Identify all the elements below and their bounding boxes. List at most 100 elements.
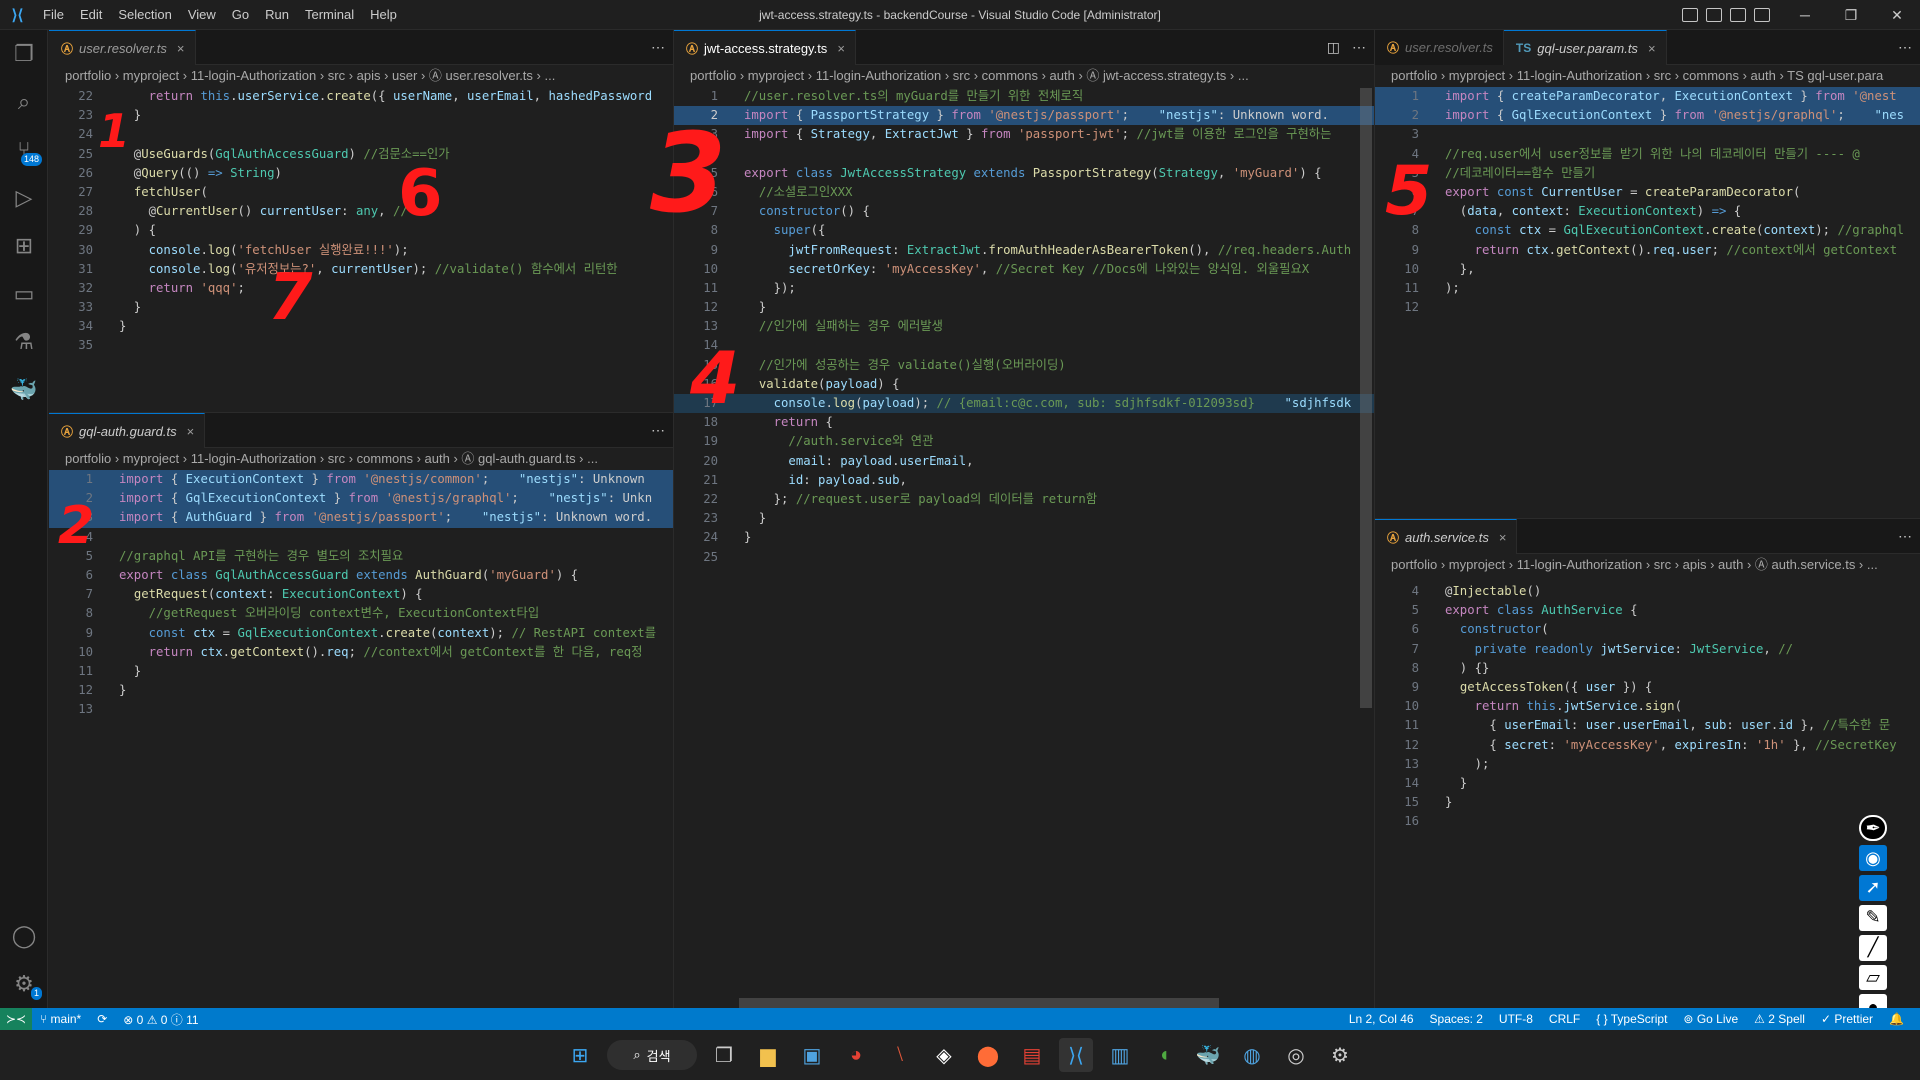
code-line[interactable]: 1 import { createParamDecorator, Executio…	[1375, 87, 1920, 107]
close-icon[interactable]: ×	[1499, 530, 1507, 545]
pen-nib-icon[interactable]: ✒	[1859, 815, 1887, 842]
tab-jwt-access-strategy[interactable]: Ⓐ jwt-access.strategy.ts ×	[674, 30, 856, 65]
breadcrumb[interactable]: portfolio › myproject › 11-login-Authori…	[49, 448, 673, 470]
code-line[interactable]: 33 }	[49, 298, 673, 317]
code-line[interactable]: 18 return {	[674, 413, 1374, 432]
code-line[interactable]: 5//graphql API를 구현하는 경우 별도의 조치필요	[49, 547, 673, 566]
close-icon[interactable]: ×	[177, 41, 185, 56]
encoding-status[interactable]: UTF-8	[1491, 1012, 1541, 1026]
code-line[interactable]: 29 ) {	[49, 221, 673, 240]
breadcrumb[interactable]: portfolio › myproject › 11-login-Authori…	[1375, 554, 1920, 576]
code-line[interactable]: 16 validate(payload) {	[674, 375, 1374, 394]
code-line[interactable]: 12 { secret: 'myAccessKey', expiresIn: '…	[1375, 736, 1920, 755]
code-editor[interactable]: 1 //user.resolver.ts의 myGuard를 만들기 위한 전체로…	[674, 87, 1374, 1008]
menu-selection[interactable]: Selection	[110, 0, 179, 30]
settings-icon[interactable]: ⚙	[1323, 1038, 1357, 1072]
more-actions-icon[interactable]: ⋯	[651, 422, 665, 439]
more-actions-icon[interactable]: ⋯	[1898, 528, 1912, 545]
code-line[interactable]: 5 export class JwtAccessStrategy extends …	[674, 164, 1374, 183]
remote-indicator-icon[interactable]: ≻≺	[0, 1008, 32, 1030]
code-line[interactable]: 5 export class AuthService {	[1375, 601, 1920, 620]
code-line[interactable]: 25	[674, 548, 1374, 567]
menu-run[interactable]: Run	[257, 0, 297, 30]
menu-help[interactable]: Help	[362, 0, 405, 30]
code-line[interactable]: 3	[1375, 125, 1920, 144]
problems-status[interactable]: ⊗ 0 ⚠ 0 ⓘ 11	[115, 1011, 206, 1028]
explorer-icon[interactable]: ❐	[0, 30, 48, 78]
settings-gear-icon[interactable]: ⚙ 1	[0, 960, 48, 1008]
search-icon[interactable]: ⌕	[0, 78, 48, 126]
code-line[interactable]: 34}	[49, 317, 673, 336]
eol-status[interactable]: CRLF	[1541, 1012, 1588, 1026]
go-live-button[interactable]: ⊚ Go Live	[1675, 1012, 1746, 1026]
pen-icon[interactable]: ╱	[1859, 934, 1887, 961]
eye-icon[interactable]: ◉	[1859, 845, 1887, 872]
code-line[interactable]: 5//데코레이터==함수 만들기	[1375, 164, 1920, 183]
code-line[interactable]: 12	[1375, 298, 1920, 317]
code-line[interactable]: 28 @CurrentUser() currentUser: any, //	[49, 202, 673, 221]
store-icon[interactable]: ▣	[795, 1038, 829, 1072]
code-line[interactable]: 4	[49, 528, 673, 547]
tab-gql-user-param[interactable]: TS gql-user.param.ts ×	[1503, 30, 1667, 65]
close-icon[interactable]: ×	[1648, 41, 1656, 56]
globe-icon[interactable]: ◍	[1235, 1038, 1269, 1072]
code-line[interactable]: 11 });	[674, 279, 1374, 298]
code-line[interactable]: 2 import { PassportStrategy } from '@nest…	[674, 106, 1374, 126]
toggle-sidebar-icon[interactable]	[1682, 8, 1698, 22]
customize-layout-icon[interactable]	[1754, 8, 1770, 22]
code-line[interactable]: 35	[49, 336, 673, 355]
code-line[interactable]: 8 const ctx = GqlExecutionContext.create…	[1375, 221, 1920, 240]
toggle-secondary-sidebar-icon[interactable]	[1730, 8, 1746, 22]
code-line[interactable]: 15 //인가에 성공하는 경우 validate()실행(오버라이딩)	[674, 356, 1374, 375]
menu-go[interactable]: Go	[224, 0, 257, 30]
close-window-button[interactable]: ✕	[1874, 0, 1920, 30]
breadcrumb[interactable]: portfolio › myproject › 11-login-Authori…	[1375, 65, 1920, 87]
app-icon[interactable]: ◎	[1279, 1038, 1313, 1072]
menu-file[interactable]: File	[35, 0, 72, 30]
code-line[interactable]: 6 export const CurrentUser = createParamD…	[1375, 183, 1920, 202]
code-line[interactable]: 4 @Injectable()	[1375, 582, 1920, 601]
docker-icon[interactable]: 🐳	[1191, 1038, 1225, 1072]
code-line[interactable]: 25 @UseGuards(GqlAuthAccessGuard) //검문소=…	[49, 145, 673, 164]
code-line[interactable]: 22 }; //request.user로 payload의 데이터를 retu…	[674, 490, 1374, 509]
taskbar-search[interactable]: ⌕ 검색	[607, 1040, 697, 1070]
file-explorer-icon[interactable]: ▆	[751, 1038, 785, 1072]
sync-icon[interactable]: ⟳	[89, 1012, 115, 1026]
code-line[interactable]: 13 //인가에 실패하는 경우 에러발생	[674, 317, 1374, 336]
code-line[interactable]: 6 constructor(	[1375, 620, 1920, 639]
menu-view[interactable]: View	[180, 0, 224, 30]
more-actions-icon[interactable]: ⋯	[1898, 39, 1912, 56]
highlighter-icon[interactable]: ✎	[1859, 904, 1887, 931]
code-line[interactable]: 24	[49, 125, 673, 144]
tab-gql-auth-guard[interactable]: Ⓐ gql-auth.guard.ts ×	[49, 413, 206, 448]
code-line[interactable]: 8 super({	[674, 221, 1374, 240]
language-mode[interactable]: { } TypeScript	[1588, 1012, 1675, 1026]
toggle-panel-icon[interactable]	[1706, 8, 1722, 22]
prettier-status[interactable]: ✓ Prettier	[1813, 1012, 1881, 1026]
code-line[interactable]: 24}	[674, 528, 1374, 547]
remote-explorer-icon[interactable]: ▭	[0, 270, 48, 318]
close-icon[interactable]: ×	[837, 41, 845, 56]
code-line[interactable]: 22 return this.userService.create({ user…	[49, 87, 673, 106]
code-line[interactable]: 6 export class GqlAuthAccessGuard extends…	[49, 566, 673, 585]
task-view-icon[interactable]: ❐	[707, 1038, 741, 1072]
cursor-position[interactable]: Ln 2, Col 46	[1341, 1012, 1422, 1026]
code-line[interactable]: 4//req.user에서 user정보를 받기 위한 나의 데코레이터 만들기…	[1375, 145, 1920, 164]
code-line[interactable]: 7 (data, context: ExecutionContext) => {	[1375, 202, 1920, 221]
code-line[interactable]: 8 ) {}	[1375, 659, 1920, 678]
code-editor[interactable]: 1 import { ExecutionContext } from '@nest…	[49, 470, 673, 1008]
code-line[interactable]: 31 console.log('유저정보는?', currentUser); /…	[49, 260, 673, 279]
code-editor[interactable]: 1 import { createParamDecorator, Executio…	[1375, 87, 1920, 518]
code-line[interactable]: 11);	[1375, 279, 1920, 298]
notes-icon[interactable]: ▥	[1103, 1038, 1137, 1072]
code-line[interactable]: 27 fetchUser(	[49, 183, 673, 202]
more-actions-icon[interactable]: ⋯	[1352, 39, 1366, 56]
code-line[interactable]: 4	[674, 145, 1374, 164]
source-control-icon[interactable]: ⑂ 148	[0, 126, 48, 174]
tab-auth-service[interactable]: Ⓐ auth.service.ts ×	[1375, 519, 1518, 554]
code-line[interactable]: 15}	[1375, 793, 1920, 812]
spell-status[interactable]: ⚠ 2 Spell	[1746, 1012, 1813, 1026]
code-line[interactable]: 23 }	[49, 106, 673, 125]
code-line[interactable]: 3 import { Strategy, ExtractJwt } from 'p…	[674, 125, 1374, 144]
code-line[interactable]: 32 return 'qqq';	[49, 279, 673, 298]
